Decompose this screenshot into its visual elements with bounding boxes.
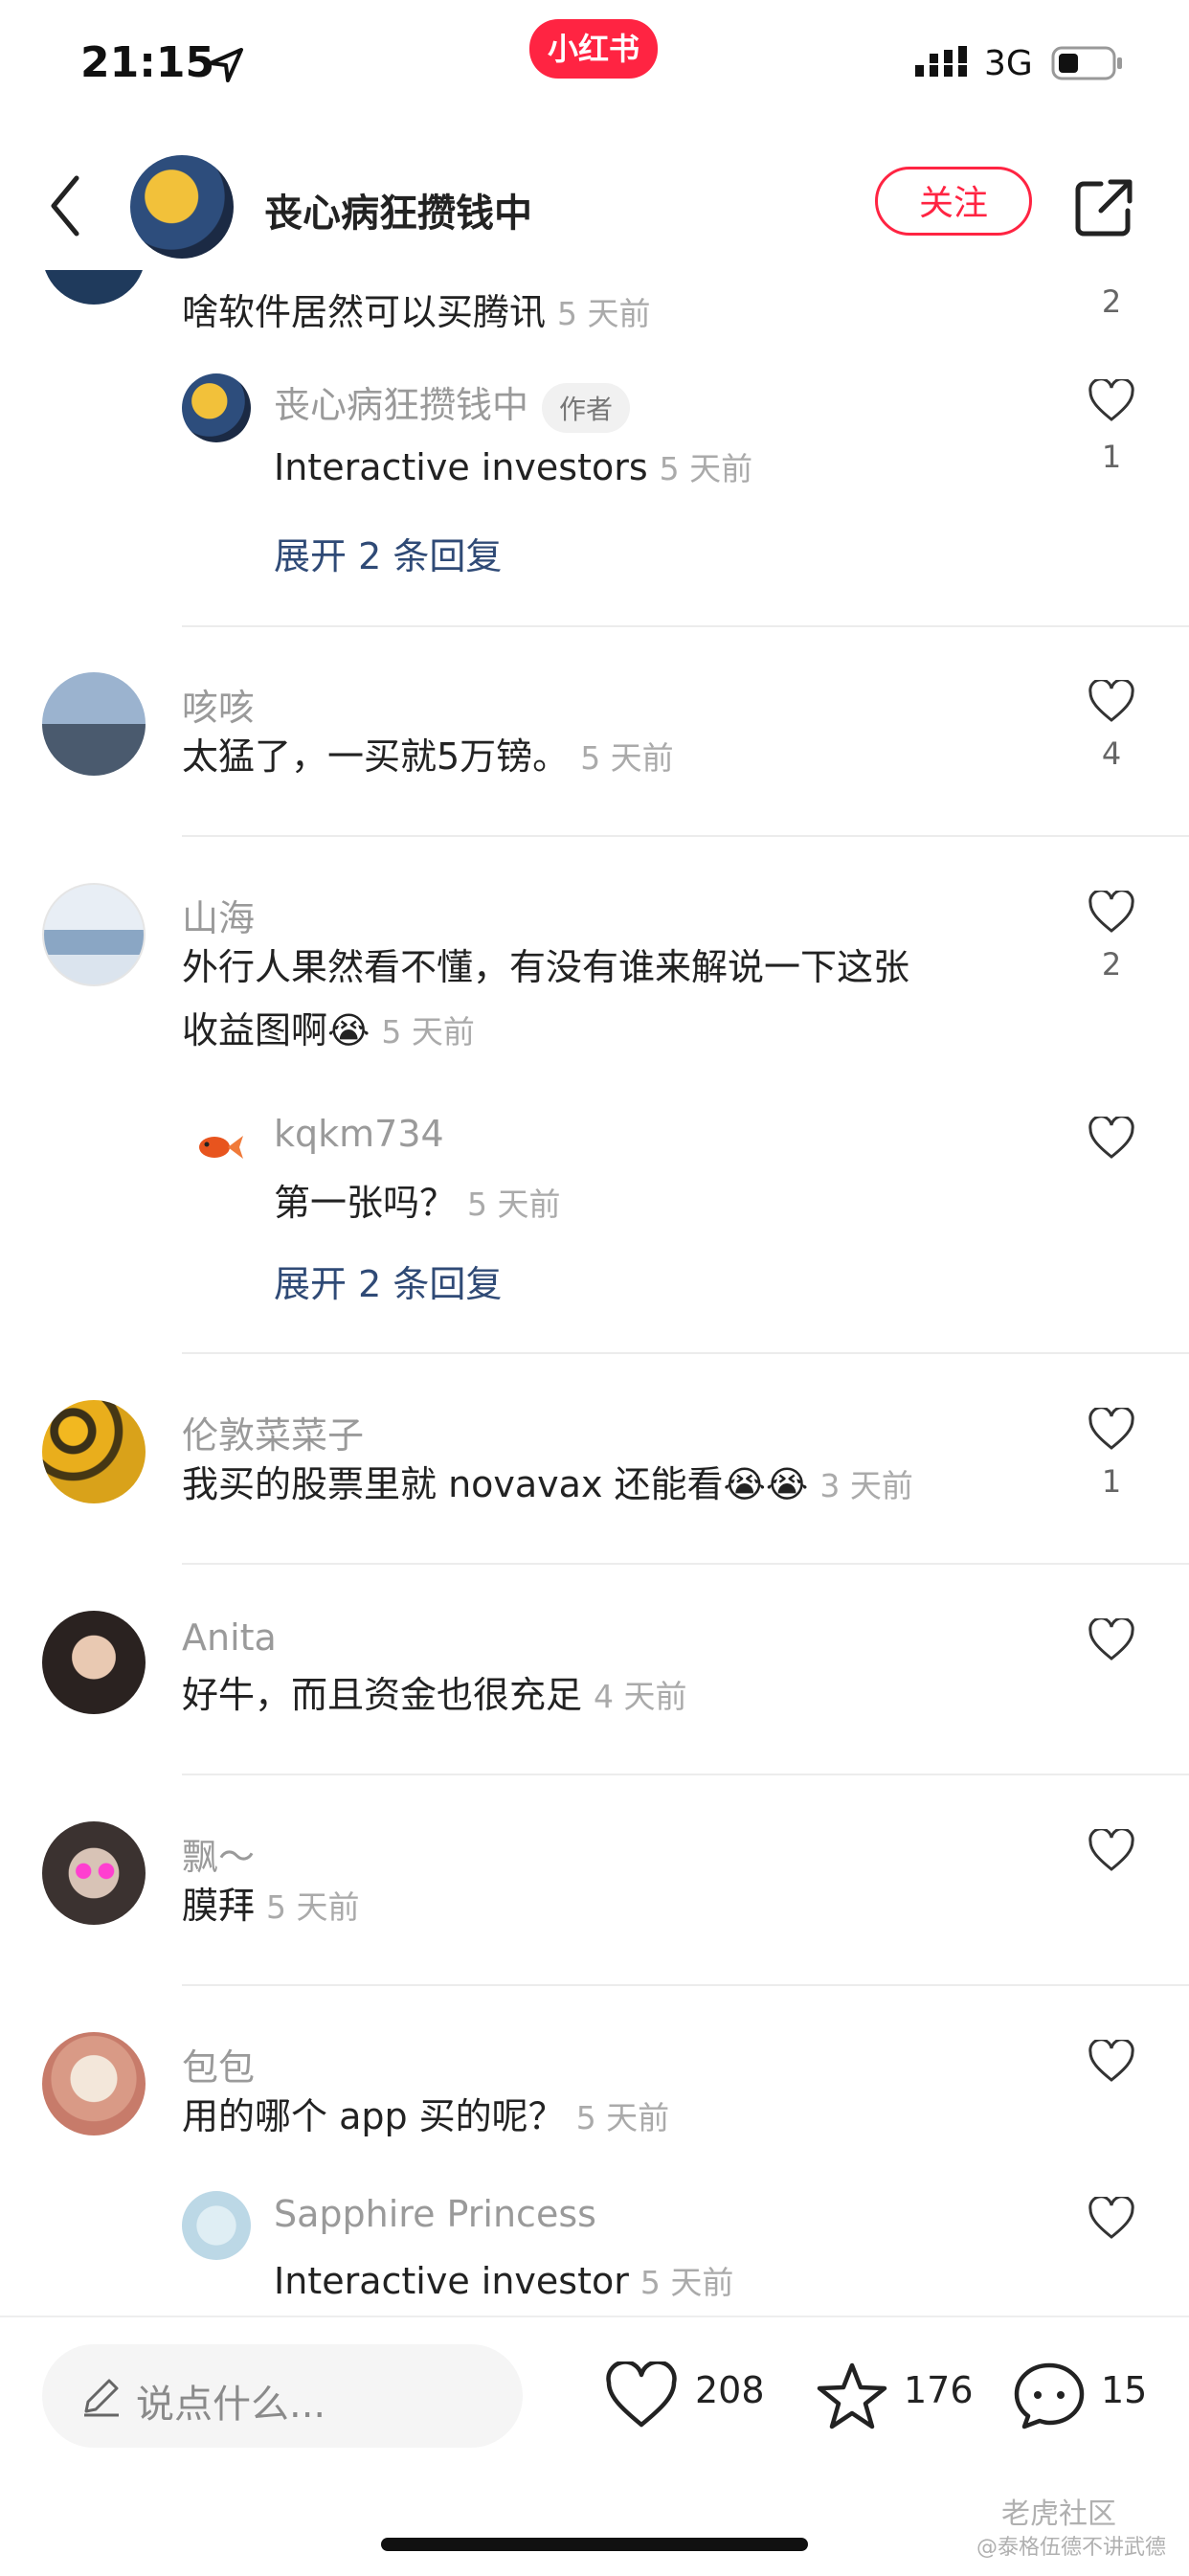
reply-username[interactable]: 丧心病狂攒钱中 作者 bbox=[274, 375, 631, 433]
expand-replies-link[interactable]: 展开 2 条回复 bbox=[274, 1254, 502, 1307]
star-total: 176 bbox=[904, 2369, 974, 2411]
follow-button[interactable]: 关注 bbox=[875, 167, 1032, 236]
comment-username[interactable]: 咳咳 bbox=[182, 678, 255, 731]
heart-icon[interactable] bbox=[1088, 1829, 1135, 1873]
comment-username[interactable]: 飘～ bbox=[182, 1827, 255, 1880]
comment-text: 用的哪个 app 买的呢？ 5 天前 bbox=[182, 2095, 670, 2137]
status-time: 21:15 bbox=[80, 38, 215, 87]
comment-item: 山海 外行人果然看不懂，有没有谁来解说一下这张 收益图啊😭 5 天前 2 bbox=[0, 883, 1189, 1103]
avatar[interactable] bbox=[42, 2032, 146, 2135]
bottom-action-bar: 说点什么... 208 176 15 老虎社区 @泰格伍德不讲武德 bbox=[0, 2316, 1189, 2576]
comment-item: 伦敦菜菜子 我买的股票里就 novavax 还能看😭😭 3 天前 1 bbox=[0, 1400, 1189, 1553]
reply-item: kqkm734 第一张吗？ 5 天前 bbox=[0, 1103, 1189, 1295]
avatar[interactable] bbox=[182, 373, 251, 442]
comment-item: 啥软件居然可以买腾讯 5 天前 2 bbox=[0, 270, 1189, 356]
network-type: 3G bbox=[984, 44, 1033, 83]
reply-text: Interactive investors 5 天前 bbox=[274, 446, 753, 488]
author-avatar[interactable] bbox=[130, 155, 234, 259]
comment-bubble-icon[interactable] bbox=[1013, 2361, 1086, 2430]
crying-emoji-icon: 😭 bbox=[327, 1009, 370, 1051]
crying-emoji-icon: 😭😭 bbox=[723, 1463, 809, 1505]
heart-icon[interactable] bbox=[1088, 891, 1135, 935]
like-count: 4 bbox=[1101, 735, 1122, 772]
page-header: 丧心病狂攒钱中 关注 bbox=[0, 144, 1189, 270]
watermark-handle: @泰格伍德不讲武德 bbox=[976, 2536, 1167, 2560]
comment-text: 外行人果然看不懂，有没有谁来解说一下这张 bbox=[182, 946, 910, 988]
divider bbox=[182, 1984, 1189, 1986]
author-tag: 作者 bbox=[542, 382, 631, 433]
comment-input[interactable]: 说点什么... bbox=[42, 2344, 523, 2448]
expand-replies-link[interactable]: 展开 2 条回复 bbox=[274, 527, 502, 579]
avatar[interactable] bbox=[42, 883, 146, 986]
comment-input-placeholder: 说点什么... bbox=[136, 2383, 326, 2427]
comment-text: 我买的股票里就 novavax 还能看😭😭 3 天前 bbox=[182, 1463, 913, 1505]
divider bbox=[182, 625, 1189, 627]
avatar[interactable] bbox=[182, 2191, 251, 2260]
heart-icon[interactable] bbox=[1088, 2040, 1135, 2084]
pencil-icon bbox=[84, 2379, 119, 2417]
heart-icon[interactable] bbox=[1088, 379, 1135, 423]
comment-item: 咳咳 太猛了，一买就5万镑。 5 天前 4 bbox=[0, 672, 1189, 825]
author-name[interactable]: 丧心病狂攒钱中 bbox=[264, 182, 532, 237]
divider bbox=[182, 1352, 1189, 1354]
app-brand-badge: 小红书 bbox=[529, 19, 658, 79]
avatar[interactable] bbox=[42, 1400, 146, 1503]
like-count: 2 bbox=[1101, 946, 1122, 983]
like-count: 2 bbox=[1101, 283, 1122, 320]
heart-icon[interactable] bbox=[1088, 2197, 1135, 2241]
reply-text: 第一张吗？ 5 天前 bbox=[274, 1182, 561, 1224]
comment-text: 啥软件居然可以买腾讯 5 天前 bbox=[182, 291, 651, 333]
reply-item: 丧心病狂攒钱中 作者 Interactive investors 5 天前 1 bbox=[0, 366, 1189, 557]
comment-username[interactable]: 伦敦菜菜子 bbox=[182, 1406, 364, 1458]
avatar[interactable] bbox=[42, 1821, 146, 1925]
comment-text: 好牛，而且资金也很充足 4 天前 bbox=[182, 1674, 687, 1716]
status-bar: 21:15 小红书 3G bbox=[0, 0, 1189, 144]
back-chevron-icon[interactable] bbox=[46, 172, 84, 239]
goldfish-avatar[interactable] bbox=[182, 1113, 251, 1182]
reply-item: Sapphire Princess Interactive investor 5 … bbox=[0, 2185, 1189, 2316]
reply-username[interactable]: Sapphire Princess bbox=[274, 2193, 596, 2235]
comment-username[interactable]: 山海 bbox=[182, 889, 255, 941]
watermark-logo-text: 老虎社区 bbox=[1001, 2497, 1116, 2531]
signal-icon bbox=[915, 46, 967, 77]
divider bbox=[182, 835, 1189, 837]
comment-item: 飘～ 膜拜 5 天前 bbox=[0, 1821, 1189, 1975]
heart-icon[interactable] bbox=[1088, 680, 1135, 724]
reply-text: Interactive investor 5 天前 bbox=[274, 2260, 734, 2302]
comment-text-continued: 收益图啊😭 5 天前 bbox=[182, 1009, 475, 1051]
reply-username[interactable]: kqkm734 bbox=[274, 1113, 444, 1155]
comment-text: 膜拜 5 天前 bbox=[182, 1885, 360, 1927]
like-heart-icon[interactable] bbox=[605, 2361, 678, 2430]
comment-item: Anita 好牛，而且资金也很充足 4 天前 bbox=[0, 1611, 1189, 1764]
star-icon[interactable] bbox=[816, 2361, 888, 2430]
like-count: 1 bbox=[1101, 1463, 1122, 1500]
avatar[interactable] bbox=[42, 270, 146, 305]
divider bbox=[182, 1774, 1189, 1775]
comment-list: 啥软件居然可以买腾讯 5 天前 2 丧心病狂攒钱中 作者 Interactive i… bbox=[0, 270, 1189, 2316]
like-total: 208 bbox=[695, 2369, 765, 2411]
avatar[interactable] bbox=[42, 1611, 146, 1714]
battery-icon bbox=[1051, 46, 1122, 80]
share-icon[interactable] bbox=[1074, 178, 1133, 237]
comment-username[interactable]: 包包 bbox=[182, 2038, 255, 2090]
comment-username[interactable]: Anita bbox=[182, 1616, 277, 1659]
heart-icon[interactable] bbox=[1088, 1618, 1135, 1662]
divider bbox=[182, 1563, 1189, 1565]
heart-icon[interactable] bbox=[1088, 1117, 1135, 1161]
home-indicator[interactable] bbox=[381, 2538, 808, 2551]
location-arrow-icon bbox=[209, 48, 243, 82]
heart-icon[interactable] bbox=[1088, 1408, 1135, 1452]
avatar[interactable] bbox=[42, 672, 146, 776]
like-count: 1 bbox=[1101, 439, 1122, 475]
comment-item: 包包 用的哪个 app 买的呢？ 5 天前 bbox=[0, 2032, 1189, 2185]
comment-text: 太猛了，一买就5万镑。 5 天前 bbox=[182, 735, 674, 778]
comment-total: 15 bbox=[1101, 2369, 1148, 2411]
